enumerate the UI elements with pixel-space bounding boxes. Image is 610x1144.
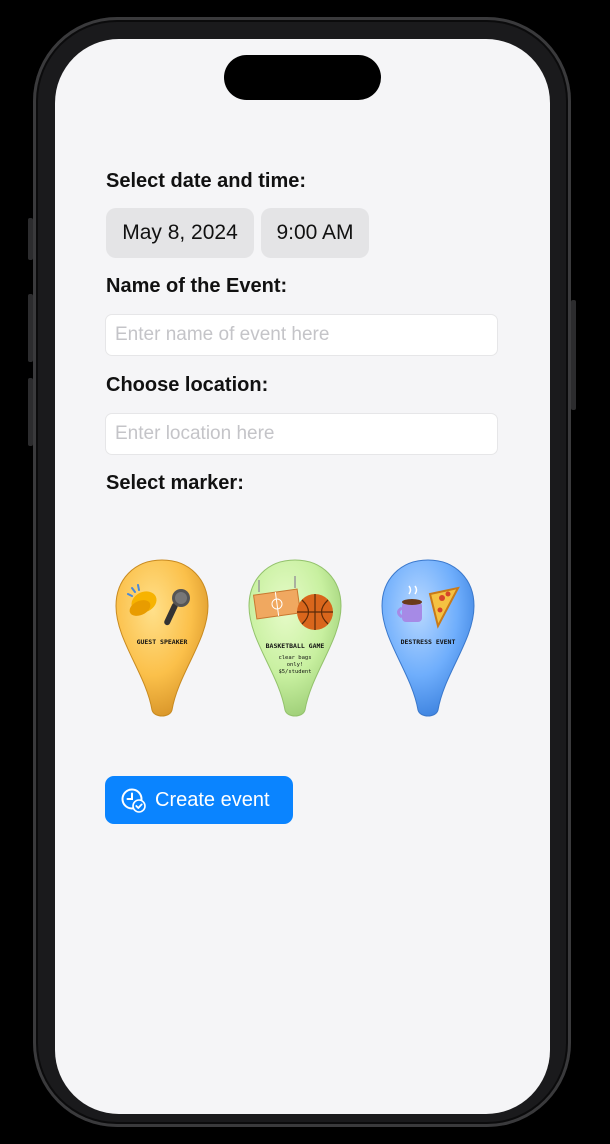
dynamic-island	[224, 55, 381, 100]
side-button	[28, 218, 33, 260]
marker-2-note-line-3: $5/student	[278, 669, 311, 675]
event-name-label: Name of the Event:	[106, 275, 288, 297]
marker-basketball-game[interactable]: BASKETBALL GAME clear bags only! $5/stud…	[245, 556, 345, 720]
marker-guest-speaker[interactable]: GUEST SPEAKER	[112, 556, 212, 720]
create-event-label: Create event	[155, 788, 270, 811]
marker-3-label: DESTRESS EVENT	[401, 638, 456, 646]
time-picker[interactable]: 9:00 AM	[261, 208, 369, 258]
marker-1-label: GUEST SPEAKER	[137, 638, 188, 646]
create-event-button[interactable]: Create event	[105, 776, 293, 824]
date-picker[interactable]: May 8, 2024	[106, 208, 254, 258]
marker-2-note-line-1: clear bags	[278, 655, 311, 661]
marker-2-label: BASKETBALL GAME	[266, 642, 325, 650]
basketball-icon	[297, 594, 333, 630]
volume-up-button	[28, 294, 33, 362]
event-name-input[interactable]	[105, 314, 498, 356]
marker-label: Select marker:	[106, 472, 244, 494]
app-screen: Select date and time: May 8, 2024 9:00 A…	[55, 39, 550, 1114]
power-button	[571, 300, 576, 410]
marker-destress-event[interactable]: DESTRESS EVENT	[378, 556, 478, 720]
marker-2-note-line-2: only!	[287, 662, 304, 668]
location-label: Choose location:	[106, 374, 269, 396]
volume-down-button	[28, 378, 33, 446]
clock-checkmark-icon	[121, 788, 146, 813]
location-input[interactable]	[105, 413, 498, 455]
date-time-label: Select date and time:	[106, 170, 307, 192]
